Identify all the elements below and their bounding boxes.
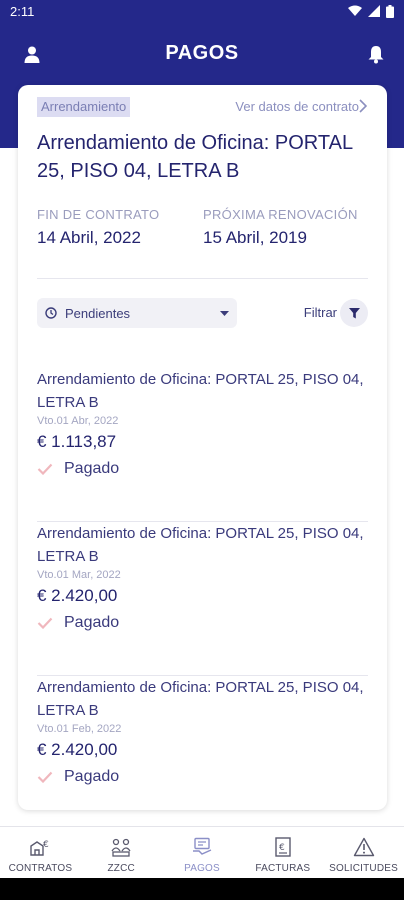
payment-amount: € 2.420,00: [37, 586, 118, 605]
payments-icon: [191, 836, 213, 858]
payment-item[interactable]: Arrendamiento de Oficina: PORTAL 25, PIS…: [37, 522, 368, 676]
page-title: PAGOS: [165, 42, 239, 64]
view-contract-chevron[interactable]: [355, 95, 371, 117]
contract-title: Arrendamiento de Oficina: PORTAL 25, PIS…: [37, 132, 353, 182]
payment-title: Arrendamiento de Oficina: PORTAL 25, PIS…: [37, 371, 364, 411]
svg-text:€: €: [43, 840, 49, 850]
payments-list: Arrendamiento de Oficina: PORTAL 25, PIS…: [37, 368, 368, 810]
funnel-icon: [348, 307, 360, 318]
payment-status-label: Pagado: [64, 460, 120, 477]
nav-facturas[interactable]: € FACTURAS: [242, 827, 323, 878]
contract-end: FIN DE CONTRATO 14 Abril, 2022: [37, 207, 159, 248]
status-filter-value: Pendientes: [65, 305, 131, 321]
clock-icon: [45, 307, 57, 319]
payment-amount: € 2.420,00: [37, 740, 118, 759]
warning-icon: [353, 836, 375, 858]
payment-due-date: Vto.01 Mar, 2022: [37, 569, 121, 581]
bottom-navigation: € CONTRATOS ZZCC PAGOS € FACTURAS SOLICI…: [0, 826, 404, 878]
nav-pagos[interactable]: PAGOS: [162, 827, 243, 878]
status-icons: [348, 4, 394, 18]
chevron-right-icon: [359, 99, 367, 113]
nav-contratos-label: CONTRATOS: [8, 863, 73, 874]
signal-icon: [368, 5, 380, 17]
check-icon: [37, 463, 55, 475]
community-icon: [110, 836, 132, 858]
contract-type-chip: Arrendamiento: [37, 97, 131, 117]
notifications-button[interactable]: [362, 40, 390, 68]
filter-link[interactable]: Filtrar: [304, 305, 337, 320]
contract-card: Arrendamiento Ver datos de contrato Arre…: [18, 85, 387, 810]
svg-text:€: €: [279, 843, 285, 853]
view-contract-link[interactable]: Ver datos de contrato: [235, 97, 359, 117]
wifi-icon: [348, 5, 362, 16]
nav-zzcc-label: ZZCC: [107, 863, 135, 874]
nav-solicitudes-label: SOLICITUDES: [329, 863, 399, 874]
nav-contratos[interactable]: € CONTRATOS: [0, 827, 81, 878]
system-navigation-bar: [0, 878, 404, 900]
check-icon: [37, 617, 55, 629]
payment-status-label: Pagado: [64, 768, 120, 785]
nav-solicitudes[interactable]: SOLICITUDES: [323, 827, 404, 878]
payment-status: Pagado: [37, 768, 368, 786]
payment-due-date: Vto.01 Feb, 2022: [37, 723, 122, 735]
payment-amount: € 1.113,87: [37, 432, 117, 451]
payment-due-date: Vto.01 Abr, 2022: [37, 415, 119, 427]
payment-title: Arrendamiento de Oficina: PORTAL 25, PIS…: [37, 525, 364, 565]
contract-end-label: FIN DE CONTRATO: [37, 207, 160, 222]
section-divider: [37, 278, 368, 279]
payment-item[interactable]: Arrendamiento de Oficina: PORTAL 25, PIS…: [37, 676, 368, 810]
bell-icon: [368, 45, 384, 63]
next-renewal-date: 15 Abril, 2019: [203, 228, 307, 247]
dropdown-arrow-icon: [220, 310, 229, 316]
payment-title: Arrendamiento de Oficina: PORTAL 25, PIS…: [37, 679, 364, 719]
status-filter-select[interactable]: Pendientes: [37, 298, 237, 328]
nav-pagos-label: PAGOS: [184, 863, 220, 874]
status-bar: 2:11: [0, 0, 404, 22]
nav-zzcc[interactable]: ZZCC: [81, 827, 162, 878]
status-time: 2:11: [10, 3, 35, 19]
check-icon: [37, 771, 55, 783]
filter-button[interactable]: [340, 299, 368, 327]
next-renewal: PRÓXIMA RENOVACIÓN 15 Abril, 2019: [203, 207, 358, 248]
contract-end-date: 14 Abril, 2022: [37, 228, 141, 247]
invoices-icon: €: [272, 836, 294, 858]
contracts-icon: €: [29, 836, 51, 858]
payment-item[interactable]: Arrendamiento de Oficina: PORTAL 25, PIS…: [37, 368, 368, 522]
payment-status: Pagado: [37, 614, 368, 632]
nav-facturas-label: FACTURAS: [255, 863, 311, 874]
payment-status-label: Pagado: [64, 614, 120, 631]
next-renewal-label: PRÓXIMA RENOVACIÓN: [203, 207, 358, 222]
battery-icon: [386, 4, 394, 18]
payment-status: Pagado: [37, 460, 368, 478]
